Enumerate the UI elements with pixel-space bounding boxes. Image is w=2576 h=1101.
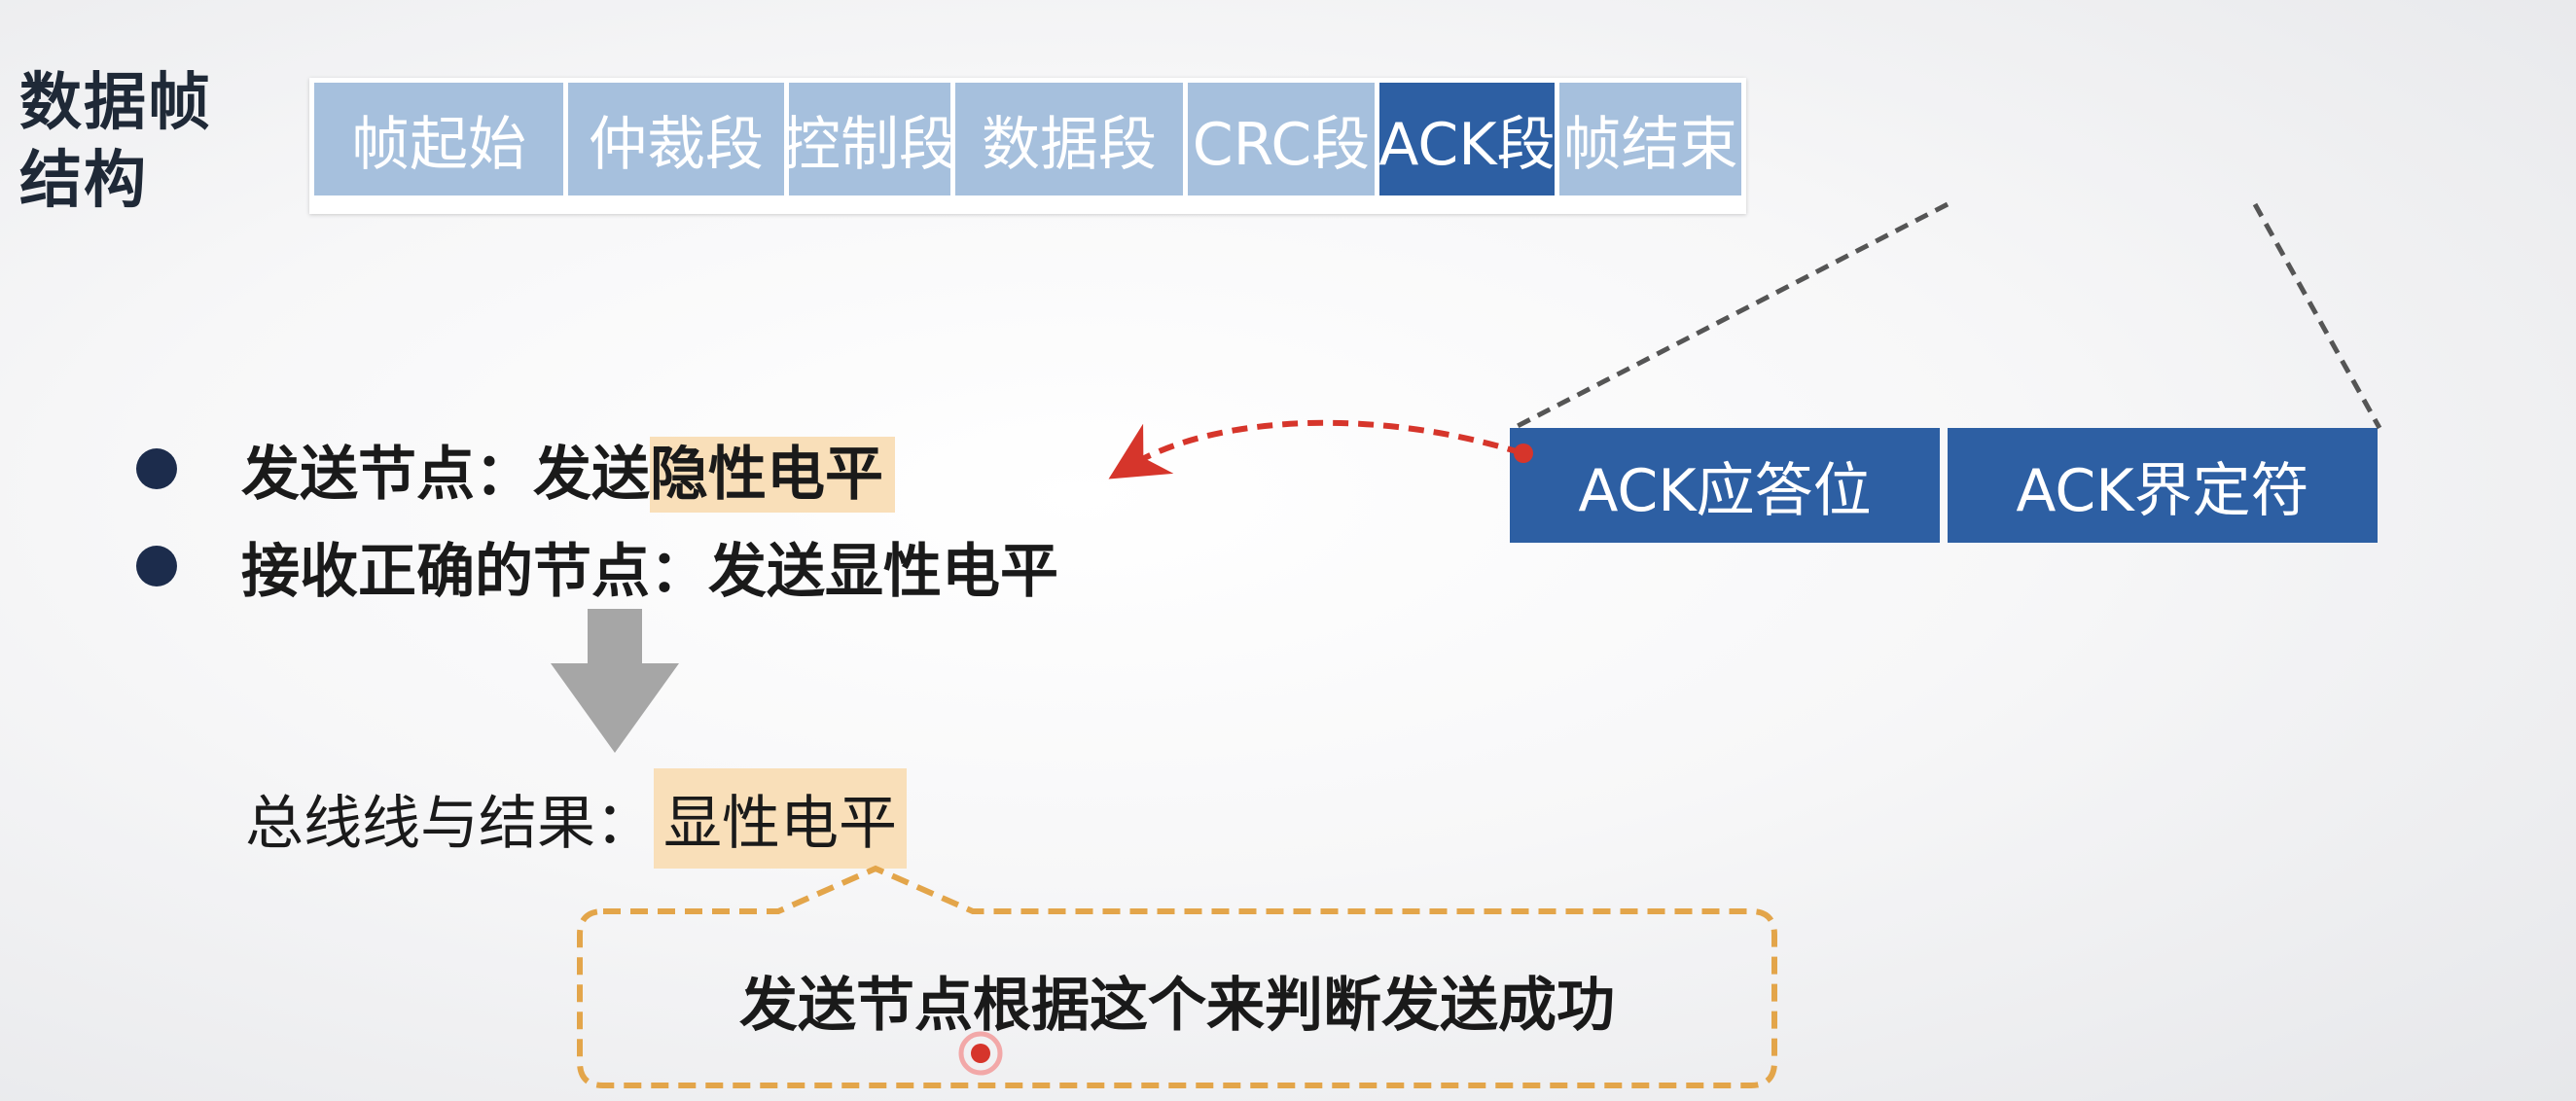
- data-frame-structure: 帧起始 仲裁段 控制段 数据段 CRC段 ACK段 帧结束: [309, 78, 1746, 214]
- segment-ack: ACK段: [1378, 83, 1556, 195]
- bullet-list: 发送节点：发送隐性电平 接收正确的节点：发送显性电平: [136, 420, 1058, 615]
- segment-frame-end: 帧结束: [1559, 83, 1741, 195]
- bullet-dot-icon: [136, 448, 177, 489]
- bullet-item-sender: 发送节点：发送隐性电平: [136, 420, 1058, 517]
- red-cursor-dot: [971, 1044, 990, 1063]
- dominant-level-highlight: 显性电平: [654, 768, 907, 869]
- callout-text: 发送节点根据这个来判断发送成功: [739, 972, 1615, 1040]
- segment-control: 控制段: [782, 83, 957, 195]
- down-arrow-icon: [551, 609, 679, 753]
- bullet-item-receiver: 接收正确的节点：发送显性电平: [136, 517, 1058, 615]
- bullet-sender-text: 发送节点：发送: [241, 440, 650, 509]
- recessive-level-highlight: 隐性电平: [650, 436, 895, 513]
- segment-arbitration: 仲裁段: [568, 83, 784, 195]
- red-dashed-arrow: [1108, 419, 1523, 479]
- bullet-dot-icon: [136, 546, 177, 586]
- segment-crc: CRC段: [1188, 83, 1375, 195]
- segment-frame-start: 帧起始: [314, 83, 563, 195]
- zoom-line-left: [1512, 201, 1950, 431]
- bullet-receiver-text: 接收正确的节点：发送显性电平: [241, 537, 1058, 606]
- bus-result-label: 总线线与结果：: [245, 790, 654, 858]
- zoom-line-right: [2252, 202, 2382, 430]
- ack-delimiter-box: ACK界定符: [1948, 428, 2378, 543]
- segment-data: 数据段: [955, 83, 1183, 195]
- ack-slot-box: ACK应答位: [1510, 428, 1940, 543]
- bus-result: 总线线与结果： 显性电平: [245, 768, 907, 869]
- diagram-title: 数据帧结构: [19, 67, 212, 217]
- ack-subfields: ACK应答位 ACK界定符: [1510, 428, 2378, 543]
